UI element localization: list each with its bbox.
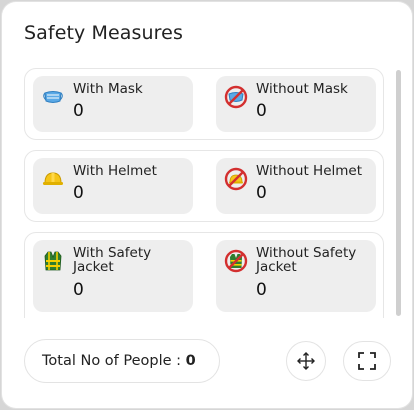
without-helmet-count: 0 xyxy=(256,183,267,203)
without-helmet-tile: Without Helmet 0 xyxy=(216,158,376,214)
with-mask-label: With Mask xyxy=(73,81,143,97)
with-helmet-count: 0 xyxy=(73,183,84,203)
total-people-label: Total No of People : xyxy=(42,353,186,369)
jacket-group: With Safety Jacket 0 Without Safety Jack… xyxy=(24,232,384,318)
without-mask-count: 0 xyxy=(256,101,267,121)
with-jacket-label: With Safety Jacket xyxy=(73,245,152,275)
total-people-count: 0 xyxy=(185,353,196,369)
total-people-pill: Total No of People : 0 xyxy=(24,339,220,383)
mask-icon xyxy=(41,85,65,109)
with-helmet-tile: With Helmet 0 xyxy=(33,158,193,214)
stats-scroll-area[interactable]: With Mask 0 Without Mask 0 With Helmet 0… xyxy=(24,68,386,318)
with-mask-count: 0 xyxy=(73,101,84,121)
mask-group: With Mask 0 Without Mask 0 xyxy=(24,68,384,140)
no-mask-icon xyxy=(224,85,248,109)
no-safety-jacket-icon xyxy=(224,249,248,273)
without-mask-tile: Without Mask 0 xyxy=(216,76,376,132)
move-button[interactable] xyxy=(286,341,326,381)
without-jacket-count: 0 xyxy=(256,280,267,300)
without-helmet-label: Without Helmet xyxy=(256,163,363,179)
with-jacket-count: 0 xyxy=(73,280,84,300)
without-mask-label: Without Mask xyxy=(256,81,348,97)
with-helmet-label: With Helmet xyxy=(73,163,157,179)
safety-measures-card: Safety Measures With Mask 0 Without Mask… xyxy=(2,2,412,408)
widget-title: Safety Measures xyxy=(24,22,183,44)
without-jacket-tile: Without Safety Jacket 0 xyxy=(216,240,376,312)
safety-jacket-icon xyxy=(41,249,65,273)
with-mask-tile: With Mask 0 xyxy=(33,76,193,132)
helmet-icon xyxy=(41,167,65,191)
scrollbar-thumb[interactable] xyxy=(396,70,401,316)
with-jacket-tile: With Safety Jacket 0 xyxy=(33,240,193,312)
fullscreen-button[interactable] xyxy=(343,341,391,381)
no-helmet-icon xyxy=(224,167,248,191)
without-jacket-label: Without Safety Jacket xyxy=(256,245,357,275)
helmet-group: With Helmet 0 Without Helmet 0 xyxy=(24,150,384,222)
